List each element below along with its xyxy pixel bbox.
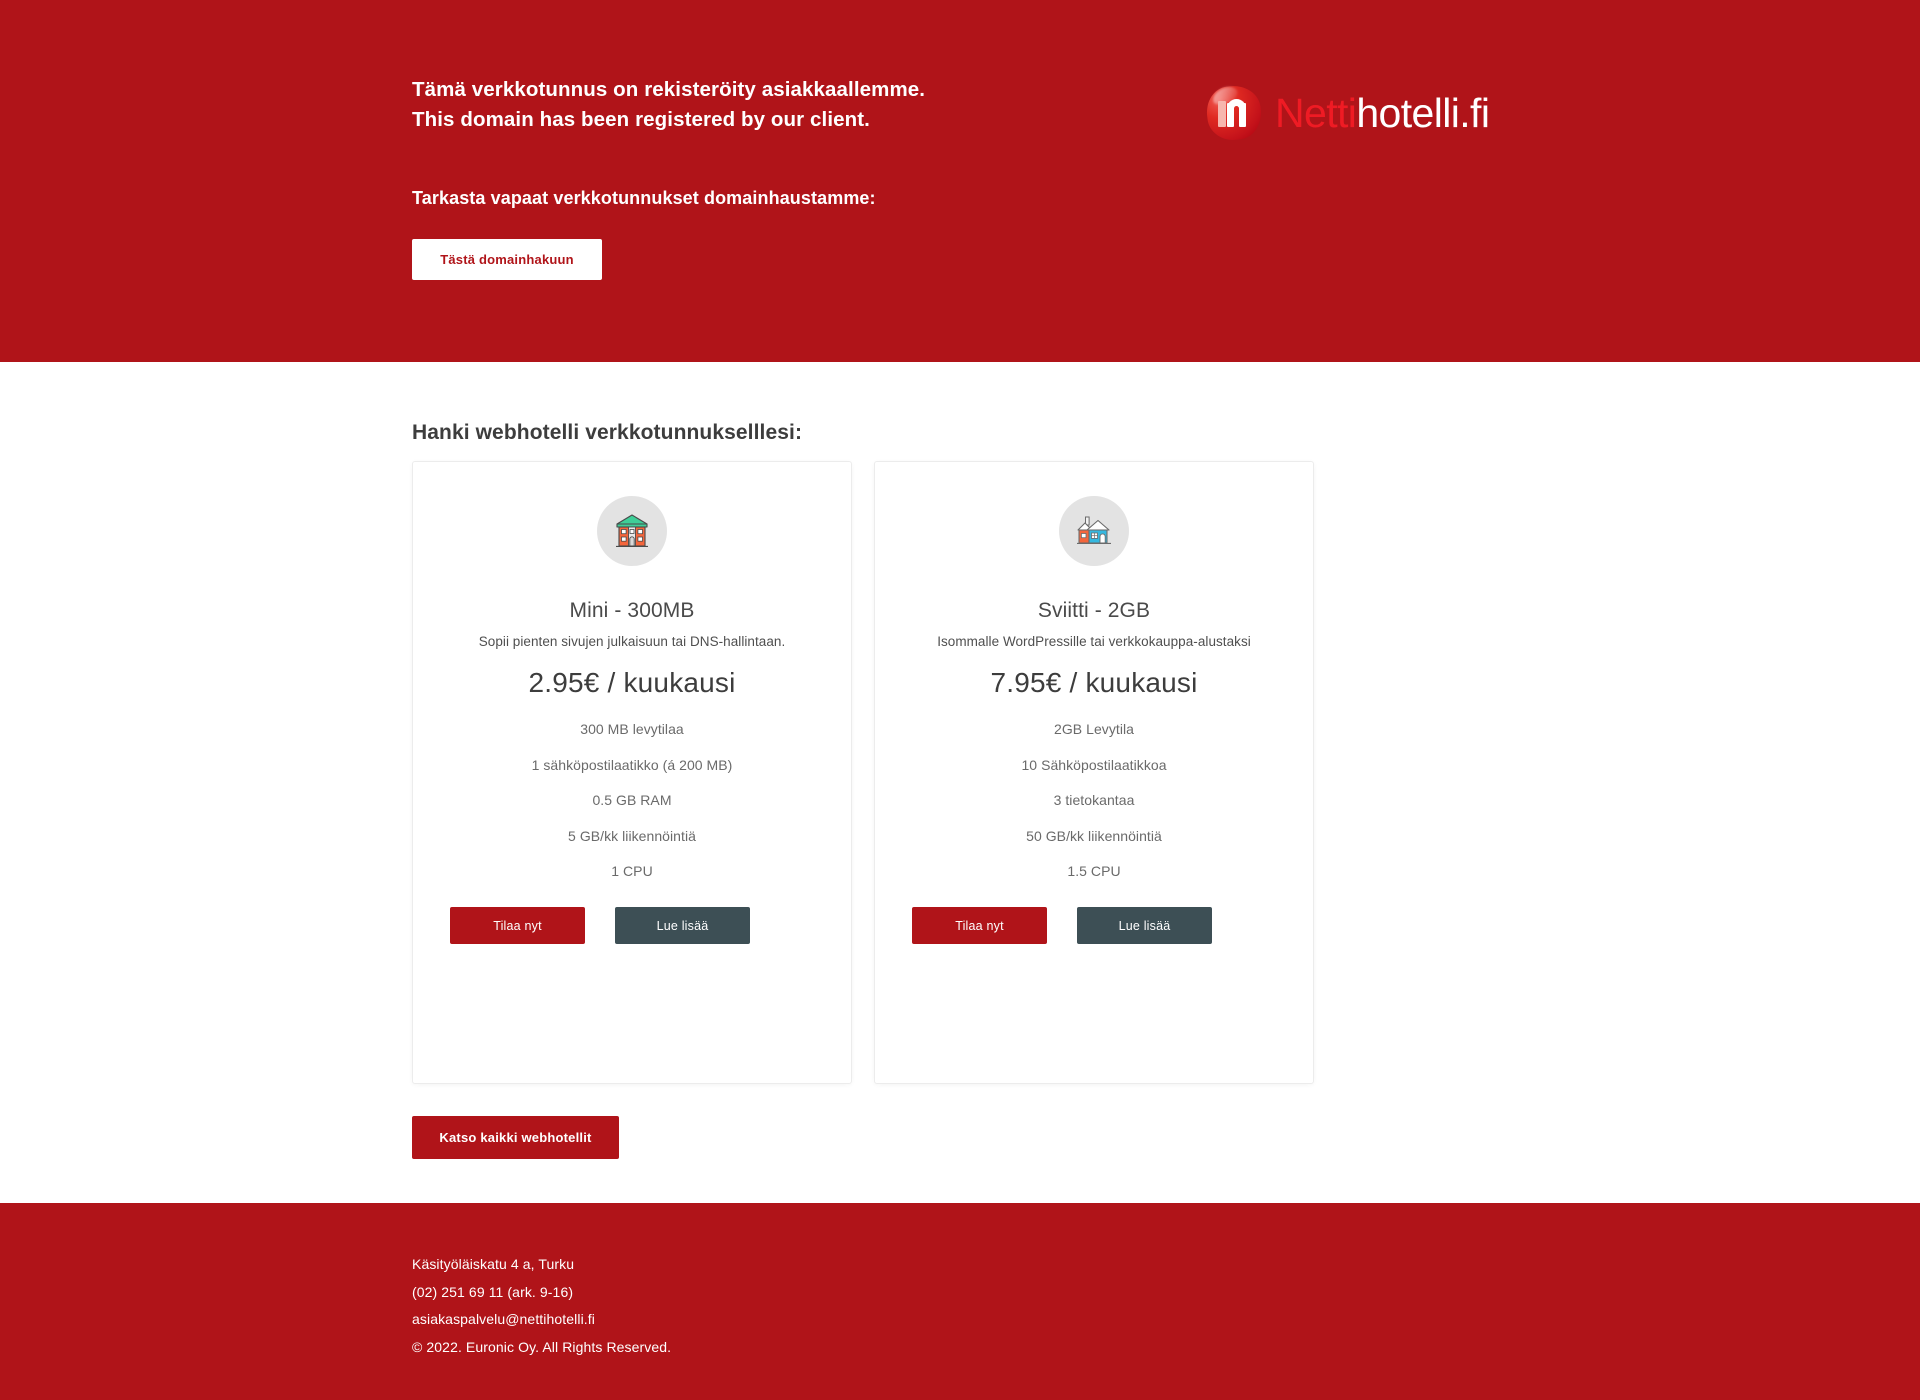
card-feature-list: 300 MB levytilaa 1 sähköpostilaatikko (á… (413, 712, 851, 890)
footer-phone: (02) 251 69 11 (ark. 9-16) (412, 1283, 574, 1300)
villa-house-icon (1059, 496, 1129, 566)
logo-text-hotelli: hotelli.fi (1356, 89, 1490, 136)
list-item: 1 sähköpostilaatikko (á 200 MB) (531, 756, 733, 773)
list-item: 10 Sähköpostilaatikkoa (1021, 756, 1167, 773)
footer-address: Käsityöläiskatu 4 a, Turku (412, 1256, 575, 1272)
site-logo[interactable]: Nettihotelli.fi (1203, 78, 1490, 148)
header-subheadline: Tarkasta vapaat verkkotunnukset domainha… (412, 188, 876, 208)
list-item: 3 tietokantaa (1053, 792, 1135, 808)
header-message: Tämä verkkotunnus on rekisteröity asiakk… (412, 75, 1032, 135)
read-more-button[interactable]: Lue lisää (615, 907, 750, 944)
footer-copyright: © 2022. Euronic Oy. All Rights Reserved. (412, 1338, 672, 1355)
domain-search-button[interactable]: Tästä domainhakuun (412, 239, 602, 280)
card-price: 2.95€ / kuukausi (528, 667, 736, 698)
main-content: Hanki webhotelli verkkotunnukselllesi: M… (0, 362, 1920, 1203)
footer-banner: Käsityöläiskatu 4 a, Turku (02) 251 69 1… (0, 1203, 1920, 1400)
logo-wordmark: Nettihotelli.fi (1275, 89, 1490, 136)
card-actions: Tilaa nyt Lue lisää (450, 907, 750, 944)
list-item: 2GB Levytila (1054, 721, 1134, 737)
headline-english: This domain has been registered by our c… (412, 108, 870, 131)
list-item: 1 CPU (611, 863, 653, 879)
pricing-card-sviitti[interactable]: Sviitti - 2GB Isommalle WordPressille ta… (874, 461, 1314, 1084)
apartment-house-icon (597, 496, 667, 566)
card-description: Isommalle WordPressille tai verkkokauppa… (937, 634, 1251, 649)
card-feature-list: 2GB Levytila 10 Sähköpostilaatikkoa 3 ti… (875, 712, 1313, 890)
pricing-card-mini[interactable]: Mini - 300MB Sopii pienten sivujen julka… (412, 461, 852, 1084)
footer-email-link[interactable]: asiakaspalvelu@nettihotelli.fi (412, 1306, 671, 1334)
list-item: 300 MB levytilaa (580, 721, 684, 737)
list-item: 50 GB/kk liikennöintiä (1026, 827, 1162, 844)
list-item: 1.5 CPU (1067, 863, 1121, 879)
headline-finnish: Tämä verkkotunnus on rekisteröity asiakk… (412, 78, 926, 101)
order-button[interactable]: Tilaa nyt (450, 907, 585, 944)
list-item: 5 GB/kk liikennöintiä (568, 827, 696, 844)
card-actions: Tilaa nyt Lue lisää (912, 907, 1212, 944)
footer-contact-block: Käsityöläiskatu 4 a, Turku (02) 251 69 1… (412, 1251, 671, 1361)
page-root: Tämä verkkotunnus on rekisteröity asiakk… (0, 0, 1920, 1400)
card-price: 7.95€ / kuukausi (990, 667, 1198, 698)
card-title: Sviitti - 2GB (1037, 599, 1151, 622)
page-title: Hanki webhotelli verkkotunnukselllesi: (412, 421, 803, 444)
pricing-card-list: Mini - 300MB Sopii pienten sivujen julka… (412, 461, 1314, 1084)
header-banner: Tämä verkkotunnus on rekisteröity asiakk… (0, 0, 1920, 362)
view-all-hosting-button[interactable]: Katso kaikki webhotellit (412, 1116, 619, 1159)
logo-text-netti: Netti (1275, 89, 1357, 136)
card-description: Sopii pienten sivujen julkaisuun tai DNS… (478, 634, 786, 649)
order-button[interactable]: Tilaa nyt (912, 907, 1047, 944)
card-title: Mini - 300MB (569, 599, 695, 622)
nettihotelli-logo-icon (1203, 82, 1265, 144)
read-more-button[interactable]: Lue lisää (1077, 907, 1212, 944)
list-item: 0.5 GB RAM (592, 792, 672, 808)
